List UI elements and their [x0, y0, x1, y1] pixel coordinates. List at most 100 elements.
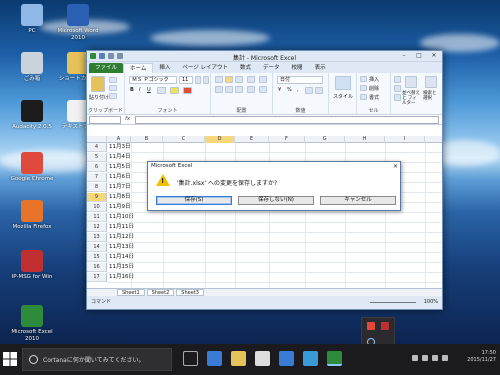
underline-icon[interactable]: U	[147, 87, 151, 93]
sheet-tab-1[interactable]: Sheet1	[117, 289, 145, 296]
row-header[interactable]: 10	[87, 203, 107, 212]
tab-file[interactable]: ファイル	[89, 63, 124, 73]
select-all-corner[interactable]	[87, 136, 107, 143]
delete-cells-label[interactable]: 削除	[369, 85, 379, 92]
excel-taskbar-icon[interactable]	[327, 351, 342, 366]
cell-a[interactable]: 11月6日	[109, 173, 131, 182]
name-box[interactable]	[89, 116, 121, 124]
spreadsheet-grid[interactable]: ABCDEFGHI 4 11月3日 5 11月4日 6 11月5日 7 11月6日 8 11月7日…	[87, 136, 442, 288]
align-middle-icon[interactable]	[225, 76, 233, 83]
row-header[interactable]: 5	[87, 153, 107, 162]
tray-app-icon[interactable]	[367, 322, 375, 330]
align-bottom-icon[interactable]	[235, 76, 243, 83]
format-painter-icon[interactable]	[109, 93, 117, 99]
indent-icon[interactable]	[247, 86, 255, 93]
wrap-text-icon[interactable]	[259, 76, 267, 83]
formula-input[interactable]	[135, 116, 439, 124]
cell-a[interactable]: 11月9日	[109, 203, 131, 212]
column-header-b[interactable]: B	[131, 136, 163, 143]
increase-decimal-icon[interactable]	[305, 87, 313, 94]
row-header[interactable]: 16	[87, 263, 107, 272]
tray-chevron-icon[interactable]	[412, 355, 418, 361]
format-cells-icon[interactable]	[360, 94, 367, 100]
tab-insert[interactable]: 挿入	[153, 63, 176, 73]
tray-app-icon[interactable]	[381, 322, 389, 330]
edge-icon[interactable]	[207, 351, 222, 366]
save-button[interactable]: 保存(S)	[156, 196, 232, 205]
fill-color-icon[interactable]	[170, 87, 179, 94]
task-view-icon[interactable]	[183, 351, 198, 366]
column-header-c[interactable]: C	[163, 136, 205, 143]
align-right-icon[interactable]	[235, 86, 243, 93]
cell-a[interactable]: 11月7日	[109, 183, 131, 192]
dont-save-button[interactable]: 保存しない(N)	[238, 196, 314, 205]
row-header[interactable]: 9	[87, 193, 107, 202]
column-header-i[interactable]: I	[385, 136, 425, 143]
tab-review[interactable]: 校閲	[286, 63, 309, 73]
chrome-desktop-icon[interactable]: Google Chrome	[4, 152, 60, 183]
align-top-icon[interactable]	[215, 76, 223, 83]
comma-icon[interactable]: ,	[297, 87, 299, 93]
row-header[interactable]: 4	[87, 143, 107, 152]
zoom-level[interactable]: 100%	[424, 296, 438, 309]
grow-font-icon[interactable]	[195, 76, 201, 84]
windows-start-icon[interactable]	[3, 352, 17, 366]
fill-icon[interactable]	[394, 85, 401, 92]
clock[interactable]: 17:50 2015/11/27	[467, 350, 496, 364]
tab-data[interactable]: データ	[257, 63, 286, 73]
row-header[interactable]: 12	[87, 223, 107, 232]
ie-icon[interactable]	[279, 351, 294, 366]
row-header[interactable]: 11	[87, 213, 107, 222]
maximize-icon[interactable]: □	[413, 52, 425, 60]
word-desktop-icon[interactable]: Microsoft Word 2010	[50, 4, 106, 41]
find-select-icon[interactable]	[425, 76, 437, 88]
sheet-tab-2[interactable]: Sheet2	[146, 289, 175, 296]
row-header[interactable]: 7	[87, 173, 107, 182]
shrink-font-icon[interactable]	[203, 76, 209, 84]
row-header[interactable]: 6	[87, 163, 107, 172]
minimize-icon[interactable]: –	[398, 52, 410, 60]
dialog-close-icon[interactable]: ✕	[393, 162, 398, 171]
cortana-search-box[interactable]: Cortanaに何か聞いてみてください。	[22, 348, 172, 371]
number-format-select[interactable]: 日付	[277, 76, 323, 84]
column-header-h[interactable]: H	[345, 136, 385, 143]
excel-desktop-icon[interactable]: Microsoft Excel 2010	[4, 305, 60, 342]
italic-icon[interactable]: I	[139, 87, 140, 93]
insert-cells-label[interactable]: 挿入	[369, 76, 379, 83]
store-icon[interactable]	[255, 351, 270, 366]
currency-icon[interactable]: ¥	[278, 87, 281, 93]
fx-icon[interactable]: fx	[125, 116, 130, 122]
column-header-a[interactable]: A	[107, 136, 131, 143]
row-header[interactable]: 17	[87, 273, 107, 282]
volume-icon[interactable]	[432, 355, 438, 361]
ime-icon[interactable]	[442, 355, 448, 361]
sort-filter-label[interactable]: 並べ替えと フィルター	[402, 91, 420, 106]
tab-view[interactable]: 表示	[309, 63, 332, 73]
font-size-select[interactable]: 11	[179, 76, 193, 84]
cell-a[interactable]: 11月5日	[109, 163, 131, 172]
tab-home[interactable]: ホーム	[123, 63, 154, 73]
file-explorer-icon[interactable]	[231, 351, 246, 366]
sort-filter-icon[interactable]	[405, 76, 417, 88]
column-header-d[interactable]: D	[205, 136, 235, 143]
insert-cells-icon[interactable]	[360, 76, 367, 82]
column-header-e[interactable]: E	[235, 136, 269, 143]
format-cells-label[interactable]: 書式	[369, 94, 379, 101]
clear-icon[interactable]	[394, 94, 401, 101]
cell-a[interactable]: 11月4日	[109, 153, 131, 162]
bold-icon[interactable]: B	[130, 87, 134, 93]
decrease-decimal-icon[interactable]	[315, 87, 323, 94]
copy-icon[interactable]	[109, 85, 117, 91]
cell-a[interactable]: 11月8日	[109, 193, 131, 202]
autosum-icon[interactable]	[394, 76, 401, 83]
tab-formulas[interactable]: 数式	[234, 63, 257, 73]
font-color-icon[interactable]	[183, 87, 192, 94]
network-icon[interactable]	[422, 355, 428, 361]
row-header[interactable]: 8	[87, 183, 107, 192]
column-header-g[interactable]: G	[305, 136, 345, 143]
paste-icon[interactable]	[91, 76, 105, 92]
font-name-select[interactable]: ＭＳ Ｐゴシック	[129, 76, 177, 84]
ipmsg-desktop-icon[interactable]: IP-MSG for Win	[4, 250, 60, 281]
cut-icon[interactable]	[109, 77, 117, 83]
ie-icon-2[interactable]	[303, 351, 318, 366]
